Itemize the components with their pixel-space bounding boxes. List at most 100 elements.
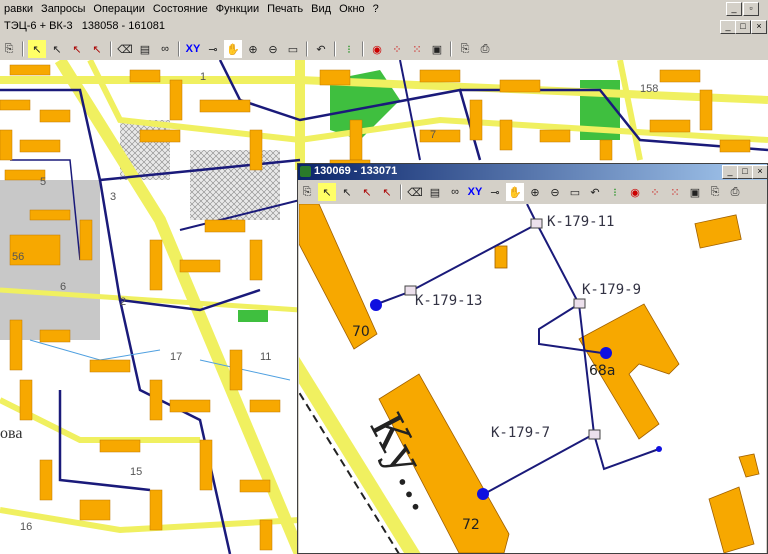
well-label: К-179-13 [415, 293, 482, 309]
measure-icon[interactable]: ⊸ [204, 40, 222, 58]
node-link-icon[interactable]: ⁙ [408, 40, 426, 58]
well-marker[interactable] [573, 298, 586, 309]
select-remove-icon[interactable]: ↖ [88, 40, 106, 58]
toolbar-separator [334, 41, 336, 57]
building-number: 72 [462, 517, 480, 533]
binoculars-icon[interactable]: ∞ [446, 183, 464, 201]
node-icon[interactable]: ⁘ [646, 183, 664, 201]
building [738, 453, 760, 478]
detail-window: 130069 - 133071 _ □ × ⎘ ↖ ↖ ↖ ↖ ⌫ ▤ ∞ XY… [297, 163, 768, 554]
menu-item-print[interactable]: Печать [263, 0, 307, 18]
well-marker[interactable] [588, 429, 601, 440]
menu-item-view[interactable]: Вид [307, 0, 335, 18]
binoculars-icon[interactable]: ∞ [156, 40, 174, 58]
outer-maximize-button[interactable]: □ [735, 20, 751, 34]
water-pipe [199, 359, 291, 381]
overview-label: 3 [110, 191, 116, 203]
zoom-window-icon[interactable]: ▭ [284, 40, 302, 58]
menu-item-state[interactable]: Состояние [149, 0, 212, 18]
road [617, 60, 643, 161]
toolbar-separator [400, 184, 402, 200]
detail-minimize-button[interactable]: _ [722, 165, 738, 179]
app-minimize-button[interactable]: _ [726, 2, 742, 16]
pan-hand-icon[interactable]: ✋ [224, 40, 242, 58]
detail-close-button[interactable]: × [752, 165, 768, 179]
select-icon[interactable]: ↖ [318, 183, 336, 201]
outer-close-button[interactable]: × [751, 20, 767, 34]
menu-item-functions[interactable]: Функции [212, 0, 263, 18]
toolbar-separator [110, 41, 112, 57]
undo-icon[interactable]: ↶ [312, 40, 330, 58]
measure-icon[interactable]: ⊸ [486, 183, 504, 201]
zoom-in-icon[interactable]: ⊕ [244, 40, 262, 58]
pan-hand-icon[interactable]: ✋ [506, 183, 524, 201]
consumer-node[interactable] [477, 488, 489, 500]
node-icon[interactable]: ⁘ [388, 40, 406, 58]
target-icon[interactable]: ◉ [368, 40, 386, 58]
heat-pipe [399, 60, 421, 161]
building [494, 245, 508, 269]
detail-toolbar: ⎘ ↖ ↖ ↖ ↖ ⌫ ▤ ∞ XY ⊸ ✋ ⊕ ⊖ ▭ ↶ ⁝ ◉ ⁘ ⁙ ▣… [298, 181, 767, 203]
toolbar-separator [22, 41, 24, 57]
building [708, 486, 755, 553]
detail-maximize-button[interactable]: □ [737, 165, 753, 179]
detail-map-canvas: К-179-11 К-179-13 К-179-9 К-179-7 70 68а… [299, 204, 760, 553]
well-label: К-179-11 [547, 214, 614, 230]
node-link-icon[interactable]: ⁙ [666, 183, 684, 201]
zoom-in-icon[interactable]: ⊕ [526, 183, 544, 201]
consumer-node[interactable] [370, 299, 382, 311]
select-remove-icon[interactable]: ↖ [378, 183, 396, 201]
detail-map[interactable]: К-179-11 К-179-13 К-179-9 К-179-7 70 68а… [299, 204, 766, 553]
info-icon[interactable]: ▤ [136, 40, 154, 58]
zoom-out-icon[interactable]: ⊖ [546, 183, 564, 201]
copy-icon[interactable]: ⎘ [0, 40, 18, 58]
zoom-window-icon[interactable]: ▭ [566, 183, 584, 201]
select-add-icon[interactable]: ↖ [48, 40, 66, 58]
copy-icon[interactable]: ⎘ [298, 183, 316, 201]
toolbar-separator [178, 41, 180, 57]
menu-item-window[interactable]: Окно [335, 0, 369, 18]
print-icon[interactable]: ⎙ [476, 40, 494, 58]
menu-item-edit[interactable]: равки [0, 0, 37, 18]
target-icon[interactable]: ◉ [626, 183, 644, 201]
traffic-light-icon[interactable]: ⁝ [606, 183, 624, 201]
pipe-node[interactable] [656, 446, 662, 452]
xy-icon[interactable]: XY [184, 40, 202, 58]
outer-window-title: ТЭЦ-6 + ВК-3 138058 - 161081 [4, 20, 165, 32]
overview-label: 6 [60, 281, 66, 293]
info-icon[interactable]: ▤ [426, 183, 444, 201]
outer-toolbar: ⎘ ↖ ↖ ↖ ↖ ⌫ ▤ ∞ XY ⊸ ✋ ⊕ ⊖ ▭ ↶ ⁝ ◉ ⁘ ⁙ ▣… [0, 38, 768, 60]
outer-minimize-button[interactable]: _ [720, 20, 736, 34]
zoom-out-icon[interactable]: ⊖ [264, 40, 282, 58]
undo-icon[interactable]: ↶ [586, 183, 604, 201]
menu-item-operations[interactable]: Операции [89, 0, 148, 18]
consumer-node[interactable] [600, 347, 612, 359]
eraser-icon[interactable]: ⌫ [116, 40, 134, 58]
select-add-icon[interactable]: ↖ [338, 183, 356, 201]
app-restore-button[interactable]: ▫ [743, 2, 759, 16]
overview-label: 56 [12, 251, 24, 263]
xy-icon[interactable]: XY [466, 183, 484, 201]
select-network-icon[interactable]: ↖ [358, 183, 376, 201]
select-network-icon[interactable]: ↖ [68, 40, 86, 58]
overview-label: 7 [430, 129, 436, 141]
print-icon[interactable]: ⎙ [726, 183, 744, 201]
toolbar-separator [450, 41, 452, 57]
eraser-icon[interactable]: ⌫ [406, 183, 424, 201]
menu-item-help[interactable]: ? [369, 0, 383, 18]
clipboard-icon[interactable]: ⎘ [706, 183, 724, 201]
well-marker[interactable] [530, 218, 543, 229]
hatched-area [190, 150, 280, 220]
detail-window-title: 130069 - 133071 [314, 165, 398, 177]
overview-label: 158 [640, 83, 658, 95]
traffic-light-icon[interactable]: ⁝ [340, 40, 358, 58]
clipboard-icon[interactable]: ⎘ [456, 40, 474, 58]
menu-item-queries[interactable]: Запросы [37, 0, 89, 18]
overview-label: 15 [130, 466, 142, 478]
window-icon [300, 166, 311, 177]
image-icon[interactable]: ▣ [686, 183, 704, 201]
select-icon[interactable]: ↖ [28, 40, 46, 58]
detail-window-titlebar: 130069 - 133071 _ □ × [298, 164, 768, 180]
toolbar-separator [306, 41, 308, 57]
image-icon[interactable]: ▣ [428, 40, 446, 58]
